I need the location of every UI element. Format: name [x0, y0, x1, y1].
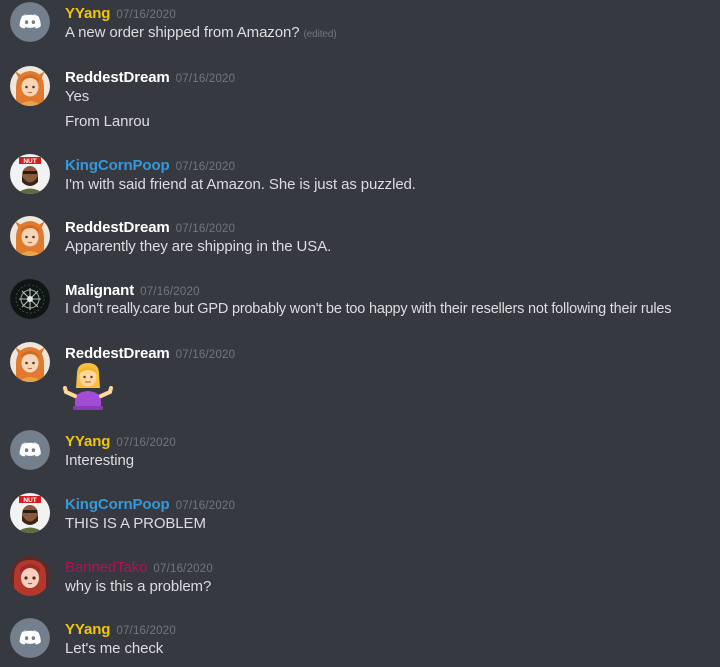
message-header: ReddestDream 07/16/2020 [65, 219, 235, 237]
username[interactable]: YYang [65, 5, 110, 22]
anime-girl-avatar-icon[interactable] [10, 342, 50, 382]
timestamp: 07/16/2020 [153, 563, 213, 575]
timestamp: 07/16/2020 [116, 9, 176, 21]
timestamp: 07/16/2020 [175, 223, 236, 235]
message-text: THIS IS A PROBLEM [65, 515, 206, 532]
message-header: Malignant 07/16/2020 [65, 282, 200, 300]
message-text: From Lanrou [65, 113, 150, 130]
chat-message-list: YYang 07/16/2020 A new order shipped from… [0, 0, 720, 667]
discord-default-avatar-icon[interactable] [10, 2, 50, 42]
message-text: why is this a problem? [65, 578, 212, 595]
message-header: YYang 07/16/2020 [65, 433, 176, 451]
discord-default-avatar-icon[interactable] [10, 618, 50, 658]
message-header: KingCornPoop 07/16/2020 [65, 496, 235, 514]
username[interactable]: Malignant [65, 282, 134, 299]
username[interactable]: ReddestDream [65, 345, 170, 362]
message-line: A new order shipped from Amazon? (edited) [65, 24, 337, 41]
dark-emblem-avatar-icon[interactable] [10, 279, 50, 319]
message-header: ReddestDream 07/16/2020 [65, 69, 235, 87]
username[interactable]: YYang [65, 433, 110, 450]
message-text: A new order shipped from Amazon? [65, 24, 300, 41]
message-text: Yes [65, 88, 90, 105]
timestamp: 07/16/2020 [175, 500, 236, 512]
woman-shrugging-emoji-icon [63, 362, 113, 412]
timestamp: 07/16/2020 [116, 437, 176, 449]
anime-girl-avatar-icon[interactable] [10, 216, 50, 256]
username[interactable]: KingCornPoop [65, 496, 170, 513]
username[interactable]: ReddestDream [65, 219, 170, 236]
timestamp: 07/16/2020 [175, 161, 236, 173]
nut-bearded-man-avatar-icon[interactable] [10, 493, 50, 533]
message-header: KingCornPoop 07/16/2020 [65, 157, 235, 175]
message-text: Interesting [65, 452, 134, 469]
anime-girl-avatar-icon[interactable] [10, 66, 50, 106]
nut-bearded-man-avatar-icon[interactable] [10, 154, 50, 194]
timestamp: 07/16/2020 [116, 625, 176, 637]
username[interactable]: BannedTako [65, 559, 148, 576]
username[interactable]: YYang [65, 621, 110, 638]
message-text: I'm with said friend at Amazon. She is j… [65, 176, 416, 193]
message-header: YYang 07/16/2020 [65, 5, 176, 23]
red-hair-girl-avatar-icon[interactable] [10, 556, 50, 596]
message-text: I don't really.care but GPD probably won… [65, 301, 672, 317]
message-header: BannedTako 07/16/2020 [65, 559, 213, 577]
username[interactable]: KingCornPoop [65, 157, 170, 174]
timestamp: 07/16/2020 [175, 349, 236, 361]
message-header: ReddestDream 07/16/2020 [65, 345, 235, 363]
message-header: YYang 07/16/2020 [65, 621, 176, 639]
message-text: Apparently they are shipping in the USA. [65, 238, 332, 255]
discord-default-avatar-icon[interactable] [10, 430, 50, 470]
username[interactable]: ReddestDream [65, 69, 170, 86]
timestamp: 07/16/2020 [175, 73, 236, 85]
edited-label: (edited) [303, 29, 337, 40]
timestamp: 07/16/2020 [140, 286, 200, 298]
message-text: Let's me check [65, 640, 164, 657]
